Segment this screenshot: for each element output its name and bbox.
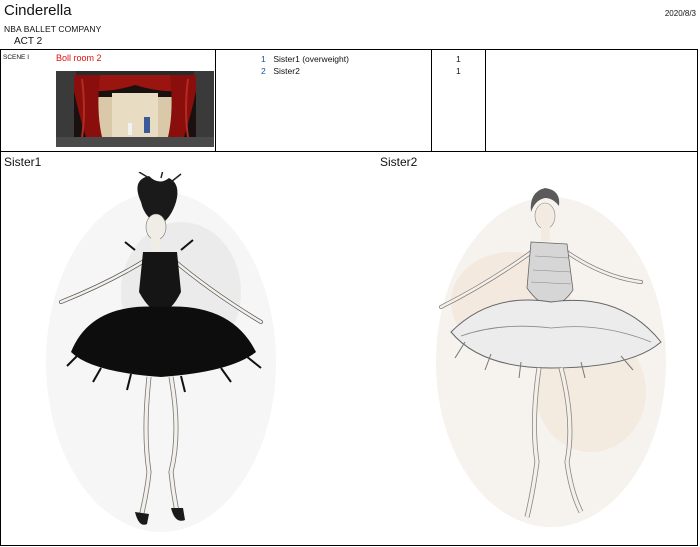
cast-name: Sister1 (overweight) <box>273 54 349 64</box>
cast-count: 1 <box>456 54 461 64</box>
table-divider <box>431 50 432 151</box>
cast-name: Sister2 <box>273 66 300 76</box>
sister2-costume-illustration <box>436 188 666 527</box>
cast-counts: 1 1 <box>456 53 461 77</box>
stage-set-thumbnail <box>56 71 214 147</box>
sister1-costume-illustration <box>46 172 276 532</box>
costume-label-sister1: Sister1 <box>4 155 42 169</box>
scene-table: SCENE I Boll room 2 1 Sister1 (overweigh… <box>0 49 698 152</box>
cast-list: 1 Sister1 (overweight) 2 Sister2 <box>261 53 349 77</box>
date-label: 2020/8/3 <box>664 9 696 18</box>
cast-number: 2 <box>261 66 266 76</box>
costume-label-sister2: Sister2 <box>380 155 418 169</box>
cast-count: 1 <box>456 66 461 76</box>
scene-name: Boll room 2 <box>56 53 102 63</box>
list-item: 1 Sister1 (overweight) <box>261 53 349 65</box>
company-name: NBA BALLET COMPANY <box>4 24 102 34</box>
table-divider <box>485 50 486 151</box>
scene-label: SCENE I <box>3 54 30 61</box>
table-divider <box>215 50 216 151</box>
page-title: Cinderella <box>4 2 72 19</box>
costume-panel: Sister1 Sister2 <box>0 152 698 546</box>
list-item: 2 Sister2 <box>261 65 349 77</box>
act-label: ACT 2 <box>14 36 43 47</box>
cast-number: 1 <box>261 54 266 64</box>
